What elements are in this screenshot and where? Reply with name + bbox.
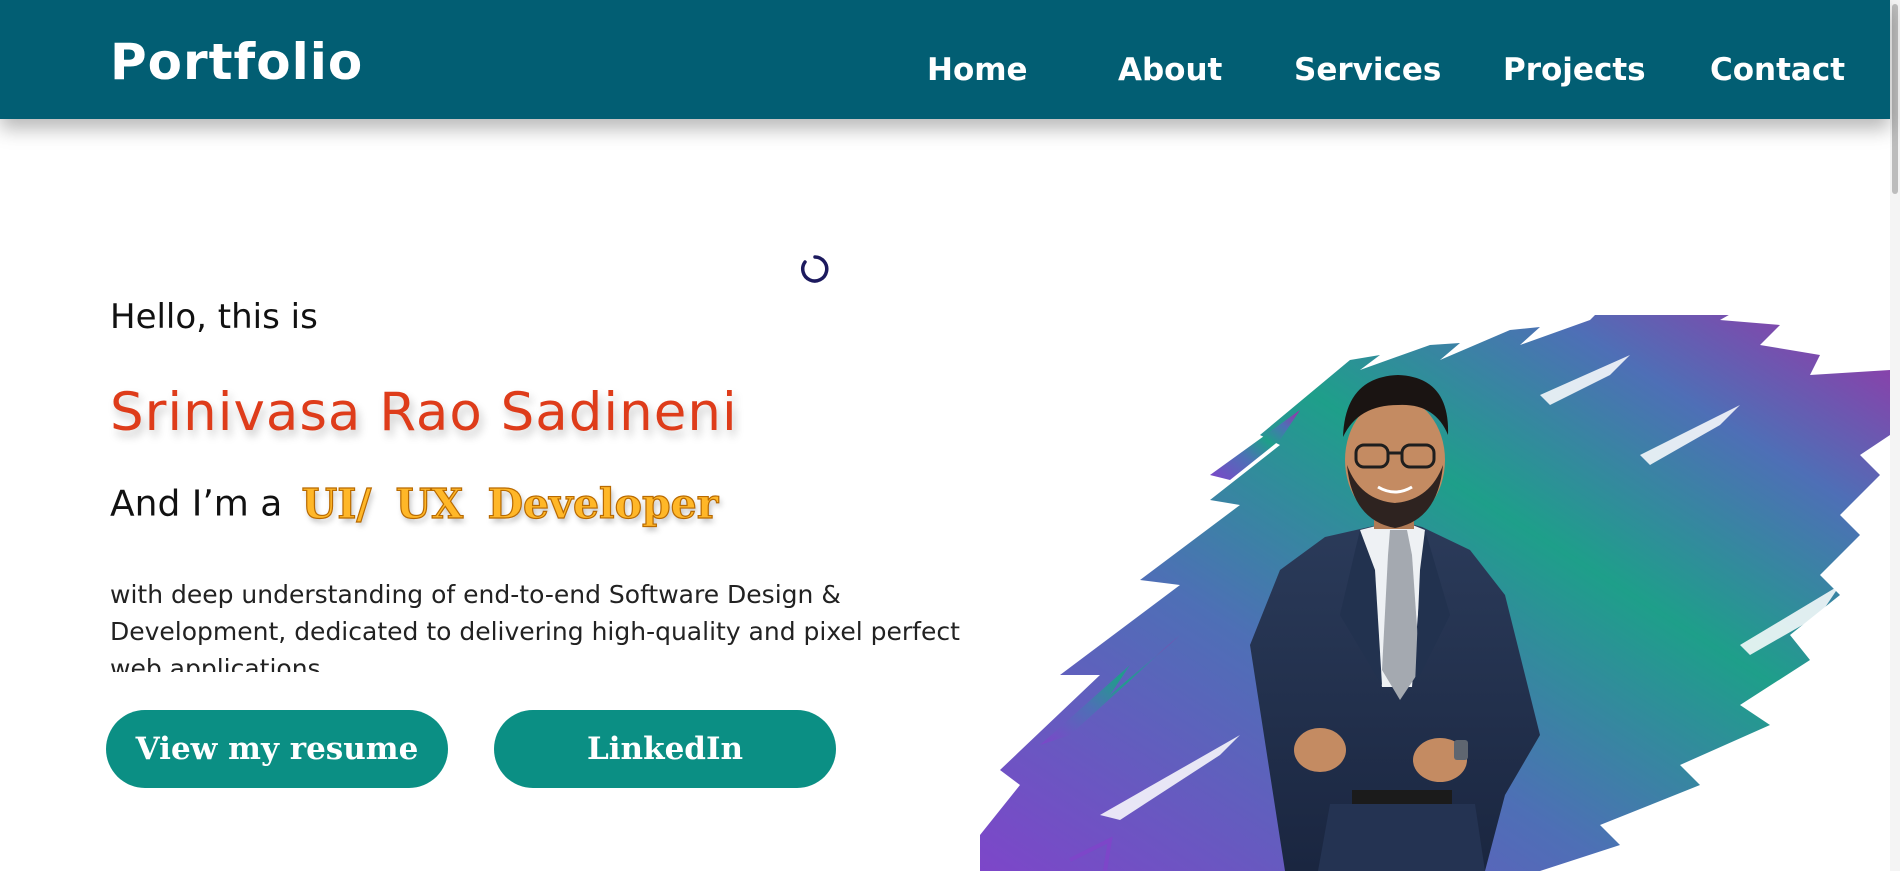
main-nav: Home About Services Projects Contact — [0, 52, 1890, 92]
hero-description-container: with deep understanding of end-to-end So… — [110, 576, 990, 672]
page-scrollbar[interactable] — [1890, 0, 1900, 871]
nav-home[interactable]: Home — [927, 52, 1028, 88]
nav-services[interactable]: Services — [1294, 52, 1441, 88]
view-resume-button[interactable]: View my resume — [106, 710, 448, 788]
hero-illustration — [980, 315, 1890, 871]
hero-name: Srinivasa Rao Sadineni — [110, 382, 738, 443]
nav-contact[interactable]: Contact — [1710, 52, 1845, 88]
site-header: Portfolio Home About Services Projects C… — [0, 0, 1890, 119]
nav-about[interactable]: About — [1118, 52, 1222, 88]
scrollbar-thumb[interactable] — [1892, 4, 1898, 194]
loading-spinner-icon — [801, 255, 829, 283]
hero-greeting: Hello, this is — [110, 297, 318, 337]
hero-role-line: And I’m a UI/ UX Developer — [110, 479, 719, 540]
portfolio-page: Portfolio Home About Services Projects C… — [0, 0, 1900, 871]
hero-description: with deep understanding of end-to-end So… — [110, 580, 960, 672]
role-prefix: And I’m a — [110, 483, 283, 525]
linkedin-button[interactable]: LinkedIn — [494, 710, 836, 788]
nav-projects[interactable]: Projects — [1503, 52, 1646, 88]
role-title: UI/ UX Developer — [301, 479, 719, 528]
